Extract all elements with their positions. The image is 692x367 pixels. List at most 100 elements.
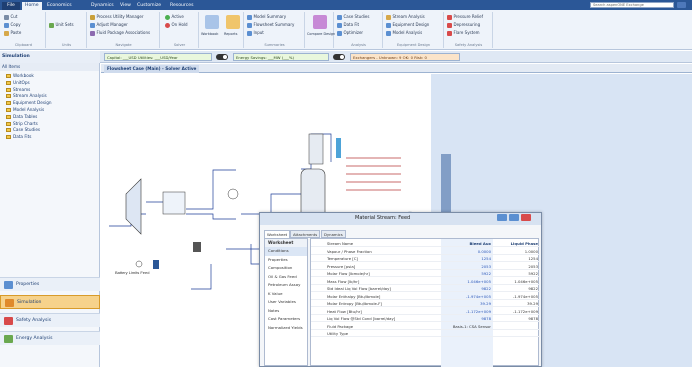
- tree-item-data-tables[interactable]: Data Tables: [0, 114, 99, 121]
- value-cell[interactable]: Bleed Aux: [441, 240, 491, 247]
- reports-icon[interactable]: [226, 15, 240, 29]
- side-item-composition[interactable]: Composition: [265, 264, 307, 273]
- tab-customize[interactable]: Customize: [134, 2, 164, 10]
- value-cell[interactable]: 1.046e+005: [441, 278, 491, 285]
- value-cell[interactable]: 9822: [441, 285, 491, 292]
- data-fit-button[interactable]: Data Fit: [337, 21, 359, 28]
- minimize-button[interactable]: [497, 214, 507, 221]
- all-items-dropdown[interactable]: All Items: [0, 63, 99, 71]
- process-utility-button[interactable]: Process Utility Manager: [90, 13, 144, 20]
- side-item-cost-parameters[interactable]: Cost Parameters: [265, 315, 307, 324]
- case-studies-button[interactable]: Case Studies: [337, 13, 369, 20]
- table-row[interactable]: Vapour / Phase Fraction 0.0000 1.0000: [311, 248, 540, 255]
- separator-vessel: [162, 191, 186, 215]
- tab-home[interactable]: Home: [22, 2, 42, 10]
- search-input[interactable]: Search aspenONE Exchange: [590, 2, 674, 8]
- table-row[interactable]: Liq Vol Flow @Std Cond [barrel/day] 9878 9…: [311, 315, 540, 322]
- table-row[interactable]: Molar Enthalpy [Btu/lbmole] -1.974e+005 -1…: [311, 293, 540, 300]
- tab-resources[interactable]: Resources: [167, 2, 196, 10]
- table-row[interactable]: Fluid Package Basis-1: CSA Sensor: [311, 323, 540, 330]
- tab-worksheet[interactable]: Worksheet: [264, 230, 291, 238]
- flowsheet-tab-strip: Flowsheet Case (Main) - Solver Active: [101, 64, 692, 73]
- tree-item-strip-charts[interactable]: Strip Charts: [0, 121, 99, 128]
- value-cell[interactable]: 5922: [441, 270, 491, 277]
- equipment-design-button[interactable]: Equipment Design: [386, 21, 429, 28]
- fluid-package-label: Fluid Package Associations: [96, 30, 151, 35]
- tab-flowsheet-main[interactable]: Flowsheet Case (Main) - Solver Active: [104, 65, 200, 73]
- tab-view[interactable]: View: [117, 2, 134, 10]
- copy-button[interactable]: Copy: [4, 21, 21, 28]
- tree-item-data-fits[interactable]: Data Fits: [0, 134, 99, 141]
- summaries-group: Model Summary Flowsheet Summary Input Su…: [245, 12, 305, 48]
- pressure-relief-button[interactable]: Pressure Relief: [447, 13, 483, 20]
- fluid-package-button[interactable]: Fluid Package Associations: [90, 29, 150, 36]
- model-summary-label: Model Summary: [253, 14, 287, 19]
- side-item-normalized-yields[interactable]: Normalized Yields: [265, 324, 307, 333]
- flowsheet-summary-button[interactable]: Flowsheet Summary: [247, 21, 294, 28]
- paste-button[interactable]: Paste: [4, 29, 21, 36]
- table-row[interactable]: Mass Flow [lb/hr] 1.046e+005 1.046e+005: [311, 278, 540, 285]
- solver-active-button[interactable]: Active: [165, 13, 184, 20]
- capital-toggle[interactable]: [216, 54, 228, 60]
- help-icon[interactable]: [677, 2, 686, 8]
- tree-item-equipment-design[interactable]: Equipment Design: [0, 100, 99, 107]
- stream-analysis-button[interactable]: Stream Analysis: [386, 13, 425, 20]
- optimizer-icon: [337, 30, 342, 36]
- input-button[interactable]: Input: [247, 29, 264, 36]
- material-stream-window: Material Stream: Feed Worksheet Attachme…: [259, 212, 542, 367]
- optimizer-button[interactable]: Optimizer: [337, 29, 363, 36]
- side-item-user-variables[interactable]: User Variables: [265, 298, 307, 307]
- value-cell[interactable]: 9878: [441, 315, 491, 322]
- table-row[interactable]: Utility Type: [311, 330, 540, 337]
- tree-item-workbook[interactable]: Workbook: [0, 73, 99, 80]
- flare-system-button[interactable]: Flare System: [447, 29, 480, 36]
- cut-button[interactable]: Cut: [4, 13, 17, 20]
- table-row[interactable]: Heat Flow [Btu/hr] -1.172e+009 -1.172e+009: [311, 308, 540, 315]
- side-item-conditions[interactable]: Conditions: [265, 247, 307, 256]
- tab-file[interactable]: File: [2, 2, 20, 10]
- tree-item-case-studies[interactable]: Case Studies: [0, 127, 99, 134]
- energy-toggle[interactable]: [333, 54, 345, 60]
- nav-button-properties[interactable]: Properties: [0, 277, 100, 291]
- model-analysis-button[interactable]: Model Analysis: [386, 29, 422, 36]
- nav-button-simulation[interactable]: Simulation: [0, 295, 100, 309]
- tab-dynamics-window[interactable]: Dynamics: [321, 230, 346, 238]
- side-item-notes[interactable]: Notes: [265, 307, 307, 316]
- adjust-manager-button[interactable]: Adjust Manager: [90, 21, 128, 28]
- tree-item-streams[interactable]: Streams: [0, 87, 99, 94]
- depressuring-button[interactable]: Depressuring: [447, 21, 480, 28]
- compare-icon[interactable]: [313, 15, 327, 29]
- tab-attachments[interactable]: Attachments: [290, 230, 321, 238]
- side-item-oil-gas-feed[interactable]: Oil & Gas Feed: [265, 273, 307, 282]
- nav-button-energy-analysis[interactable]: Energy Analysis: [0, 331, 100, 345]
- tree-item-stream-analysis[interactable]: Stream Analysis: [0, 93, 99, 100]
- value-cell[interactable]: 39.29: [441, 300, 491, 307]
- unit-sets-button[interactable]: Unit Sets: [49, 21, 74, 28]
- tree-item-model-analysis[interactable]: Model Analysis: [0, 107, 99, 114]
- side-item-properties[interactable]: Properties: [265, 256, 307, 265]
- tree-item-unitops[interactable]: UnitOps: [0, 80, 99, 87]
- table-row[interactable]: Std Ideal Liq Vol Flow [barrel/day] 9822 9…: [311, 285, 540, 292]
- window-titlebar[interactable]: Material Stream: Feed: [260, 213, 541, 225]
- nav-button-safety-analysis[interactable]: Safety Analysis: [0, 313, 100, 327]
- side-item-k-value[interactable]: K Value: [265, 290, 307, 299]
- workbook-icon[interactable]: [205, 15, 219, 29]
- tab-dynamics[interactable]: Dynamics: [88, 2, 117, 10]
- value-cell[interactable]: -1.172e+009: [441, 308, 491, 315]
- table-row[interactable]: Molar Flow [lbmole/hr] 5922 5922: [311, 270, 540, 277]
- table-row[interactable]: Stream Name Bleed Aux Liquid Phase: [311, 240, 540, 247]
- value-cell[interactable]: -1.974e+005: [441, 293, 491, 300]
- value-cell[interactable]: 1254: [441, 255, 491, 262]
- model-summary-button[interactable]: Model Summary: [247, 13, 286, 20]
- close-button[interactable]: [521, 214, 531, 221]
- tab-economics[interactable]: Economics: [44, 2, 75, 10]
- value-cell[interactable]: 0.0000: [441, 248, 491, 255]
- maximize-button[interactable]: [509, 214, 519, 221]
- value-cell[interactable]: 2053: [441, 263, 491, 270]
- side-item-petroleum-assay[interactable]: Petroleum Assay: [265, 281, 307, 290]
- solver-hold-button[interactable]: On Hold: [165, 21, 188, 28]
- table-row[interactable]: Temperature [C] 1254 1254: [311, 255, 540, 262]
- table-row[interactable]: Pressure [psia] 2053 2053: [311, 263, 540, 270]
- value-cell[interactable]: Basis-1: CSA Sensor: [441, 323, 491, 330]
- table-row[interactable]: Molar Entropy [Btu/lbmole-F] 39.29 39.29: [311, 300, 540, 307]
